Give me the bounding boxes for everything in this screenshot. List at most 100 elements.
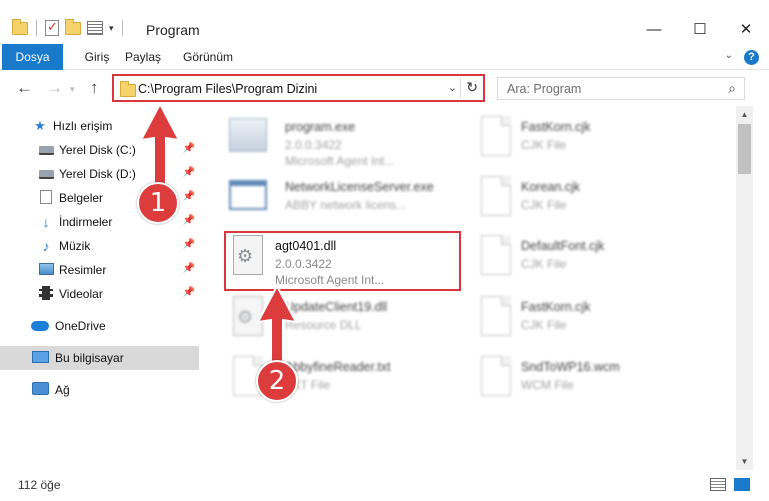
close-button[interactable]: ✕ [723, 14, 769, 44]
properties-icon[interactable] [87, 21, 103, 35]
help-icon[interactable]: ? [744, 50, 759, 65]
status-bar: 112 öğe [0, 470, 769, 501]
address-bar[interactable]: C:\Program Files\Program Dizini ⌄ ↻ [112, 74, 485, 102]
pictures-icon [38, 262, 54, 278]
sidebar-item-onedrive[interactable]: OneDrive [0, 314, 199, 338]
sidebar-item-videos[interactable]: Videolar 📌 [0, 282, 199, 306]
scroll-down-icon[interactable]: ▼ [736, 453, 753, 470]
file-type: CJK File [521, 198, 567, 212]
window-title: Program [146, 22, 200, 38]
file-icon [481, 116, 511, 156]
file-item-program-exe[interactable]: program.exe 2.0.0.3422 Microsoft Agent I… [227, 114, 457, 170]
title-bar: ▾ Program — ☐ ✕ [0, 0, 769, 44]
sidebar-item-label: Bu bilgisayar [55, 351, 124, 365]
file-type: WCM File [521, 378, 574, 392]
new-folder-icon[interactable] [65, 18, 81, 35]
sidebar-item-pictures[interactable]: Resimler 📌 [0, 258, 199, 282]
file-icon [481, 296, 511, 336]
file-type: CJK File [521, 257, 567, 271]
computer-icon [30, 350, 50, 366]
forward-arrow-icon[interactable]: → [46, 78, 63, 98]
scroll-up-icon[interactable]: ▲ [736, 106, 753, 123]
back-arrow-icon[interactable]: ← [16, 78, 33, 98]
file-name: Korean.cjk [521, 180, 581, 194]
file-name: DefaultFont.cjk [521, 239, 605, 253]
file-item-sndtowp16-wcm[interactable]: SndToWP16.wcm WCM File [475, 354, 705, 410]
step-badge-2: 2 [256, 360, 298, 402]
documents-icon [38, 189, 54, 207]
sidebar-item-music[interactable]: ♪ Müzik 📌 [0, 234, 199, 258]
pin-icon[interactable]: 📌 [183, 239, 195, 250]
exe-icon [229, 118, 267, 152]
folder-icon[interactable] [12, 18, 28, 35]
chevron-down-icon[interactable]: ▾ [109, 23, 114, 34]
file-item-defaultfont-cjk[interactable]: DefaultFont.cjk CJK File [475, 233, 705, 289]
sidebar-item-label: Müzik [59, 239, 91, 253]
videos-icon [38, 285, 54, 303]
file-name: SndToWP16.wcm [521, 360, 620, 374]
maximize-button[interactable]: ☐ [677, 14, 723, 44]
up-arrow-icon[interactable]: ↑ [90, 78, 99, 98]
file-description: ABBY network licens... [285, 198, 407, 212]
address-path[interactable]: C:\Program Files\Program Dizini [138, 82, 317, 96]
expand-ribbon-icon[interactable]: ⌄ [725, 50, 733, 61]
item-count: 112 öğe [18, 478, 61, 492]
file-item-korean-cjk[interactable]: Korean.cjk CJK File [475, 174, 705, 230]
sidebar-item-network[interactable]: Ağ [0, 378, 199, 402]
file-version: 2.0.0.3422 [285, 138, 342, 152]
step-badge-1: 1 [137, 182, 179, 224]
large-icons-view-icon[interactable] [734, 478, 750, 491]
folder-icon [120, 81, 136, 97]
address-separator [460, 78, 461, 98]
scroll-thumb[interactable] [738, 124, 751, 174]
chevron-down-icon[interactable]: ⌄ [448, 81, 457, 94]
toolbar-separator [121, 20, 123, 36]
downloads-icon: ↓ [42, 214, 50, 230]
details-view-icon[interactable] [710, 478, 726, 491]
sidebar-item-label: Hızlı erişim [53, 119, 113, 133]
quick-access-toolbar: ▾ [12, 18, 125, 36]
sidebar-item-label: OneDrive [55, 319, 106, 333]
file-name: FastKorn.cjk [521, 120, 591, 134]
tab-home[interactable]: Giriş [72, 44, 122, 70]
search-icon[interactable]: ⌕ [728, 80, 736, 97]
file-item-fastkorn-cjk-2[interactable]: FastKorn.cjk CJK File [475, 294, 705, 350]
window-controls: — ☐ ✕ [631, 14, 769, 44]
refresh-icon[interactable]: ↻ [466, 79, 478, 96]
file-icon [481, 235, 511, 275]
sidebar-item-label: Yerel Disk (C:) [59, 143, 136, 157]
navigation-bar: ← → ▾ ↑ C:\Program Files\Program Dizini … [0, 70, 769, 106]
minimize-button[interactable]: — [631, 14, 677, 44]
file-icon [481, 356, 511, 396]
network-icon [30, 382, 50, 398]
properties-check-icon[interactable] [45, 19, 59, 36]
file-name: program.exe [285, 120, 356, 134]
pin-icon[interactable]: 📌 [183, 287, 195, 298]
file-name: NetworkLicenseServer.exe [285, 180, 434, 194]
network-exe-icon [229, 180, 267, 210]
sidebar-item-label: Yerel Disk (D:) [59, 167, 136, 181]
file-type: CJK File [521, 318, 567, 332]
sidebar-item-label: Resimler [59, 263, 107, 277]
music-icon: ♪ [42, 238, 50, 254]
file-type: CJK File [521, 138, 567, 152]
cloud-icon [30, 319, 50, 334]
vertical-scrollbar[interactable]: ▲ ▼ [736, 106, 753, 470]
pin-icon[interactable]: 📌 [183, 263, 195, 274]
tab-share[interactable]: Paylaş [118, 44, 168, 70]
file-icon [481, 176, 511, 216]
sidebar-item-label: Ağ [55, 383, 70, 397]
sidebar-item-this-pc[interactable]: Bu bilgisayar [0, 346, 199, 370]
sidebar-item-label: Videolar [59, 287, 103, 301]
file-item-fastkorn-cjk[interactable]: FastKorn.cjk CJK File [475, 114, 705, 170]
search-box[interactable]: Ara: Program ⌕ [497, 77, 745, 100]
recent-locations-icon[interactable]: ▾ [70, 84, 75, 95]
ribbon-tabs: Dosya Giriş Paylaş Görünüm ⌄ ? [0, 44, 769, 100]
tab-view[interactable]: Görünüm [178, 44, 238, 70]
search-input[interactable]: Ara: Program [507, 82, 581, 96]
file-description: Microsoft Agent Int... [285, 154, 395, 168]
drive-icon [38, 167, 54, 182]
file-name: FastKorn.cjk [521, 300, 591, 314]
file-item-network-license-server[interactable]: NetworkLicenseServer.exe ABBY network li… [227, 174, 457, 230]
star-icon: ★ [34, 118, 46, 133]
